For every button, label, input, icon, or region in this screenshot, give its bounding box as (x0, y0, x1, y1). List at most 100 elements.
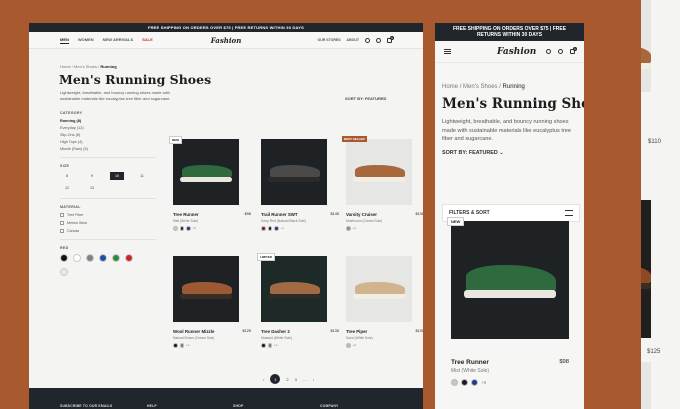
partial-product-image[interactable] (641, 362, 651, 409)
color-swatch[interactable] (99, 254, 107, 262)
user-icon[interactable] (546, 49, 551, 54)
logo[interactable]: Fashion (211, 36, 242, 45)
pagination-page[interactable]: 2 (286, 377, 288, 382)
product-card[interactable]: NEW Tree Runner $98 Mist (White Sole) +5 (169, 136, 251, 231)
nav-link-sale[interactable]: SALE (142, 37, 153, 44)
product-name[interactable]: Tree Runner (173, 212, 199, 217)
breadcrumb-mens-shoes[interactable]: Men's Shoes (74, 64, 97, 69)
mobile-sort-dropdown[interactable]: SORT BY: FEATURED ⌄ (442, 150, 504, 156)
checkbox-icon[interactable] (60, 213, 64, 217)
nav-links: MEN WOMEN NEW ARRIVALS SALE (60, 37, 153, 44)
nav-link-new-arrivals[interactable]: NEW ARRIVALS (103, 37, 133, 44)
size-option[interactable]: 13 (85, 184, 99, 192)
breadcrumb-mens-shoes[interactable]: Men's Shoes (463, 84, 498, 90)
pagination-page[interactable]: 3 (295, 377, 297, 382)
more-colors[interactable]: +3 (353, 226, 356, 230)
product-card[interactable]: LIMITED Tree Dasher 2 $135 Mustard (Whit… (257, 253, 339, 348)
size-option[interactable]: 9 (85, 172, 99, 180)
size-option[interactable]: 12 (60, 184, 74, 192)
checkbox-icon[interactable] (60, 229, 64, 233)
product-name[interactable]: Varsity Cruiser (346, 212, 377, 217)
product-image[interactable]: NEW (169, 136, 239, 205)
product-name[interactable]: Wool Runner Mizzle (173, 329, 214, 334)
color-dot[interactable] (179, 343, 184, 348)
color-swatch[interactable] (112, 254, 120, 262)
color-dot[interactable] (173, 343, 178, 348)
more-colors[interactable]: +3 (353, 343, 356, 347)
more-colors[interactable]: +5 (481, 380, 486, 385)
breadcrumb-home[interactable]: Home (60, 64, 71, 69)
filter-category-item[interactable]: Slip-Ons (6) (60, 133, 156, 137)
product-card[interactable]: Trail Runner SWT $145 Deep Red (Natural … (261, 139, 339, 231)
filter-category-item[interactable]: Mizzle (Rain) (5) (60, 147, 156, 151)
color-dot[interactable] (179, 226, 184, 231)
checkbox-icon[interactable] (60, 221, 64, 225)
product-image[interactable] (261, 139, 327, 205)
mobile-product-card[interactable]: NEW Tree Runner $98 Mist (White Sole) +5 (447, 217, 569, 386)
breadcrumb-separator: / (499, 84, 501, 90)
product-card[interactable]: Tree Piper $105 Sand (White Sole) +3 (346, 256, 423, 348)
product-name[interactable]: Tree Piper (346, 329, 367, 334)
product-name[interactable]: Trail Runner SWT (261, 212, 298, 217)
color-dot[interactable] (261, 226, 266, 231)
pagination-next[interactable]: › (313, 377, 314, 382)
product-image[interactable]: LIMITED (257, 253, 327, 322)
cart-icon[interactable]: 1 (387, 35, 394, 43)
nav-link-men[interactable]: MEN (60, 37, 69, 44)
partial-product-image[interactable] (641, 200, 651, 338)
size-option[interactable]: 11 (135, 172, 149, 180)
color-dot[interactable] (346, 226, 351, 231)
color-swatch[interactable] (73, 254, 81, 262)
color-dot[interactable] (173, 226, 178, 231)
color-swatch[interactable] (60, 254, 68, 262)
mobile-logo[interactable]: Fashion (497, 47, 536, 57)
product-image[interactable]: NEW (447, 217, 569, 339)
product-image[interactable] (173, 256, 239, 322)
cart-icon[interactable]: 1 (570, 47, 577, 54)
color-dot[interactable] (461, 379, 468, 386)
material-checkbox[interactable]: Canvas (60, 229, 156, 233)
color-dot[interactable] (186, 226, 191, 231)
product-name[interactable]: Tree Runner (451, 359, 489, 366)
help-icon[interactable] (376, 37, 381, 43)
nav-link-our-stores[interactable]: OUR STORES (317, 38, 340, 42)
color-dot[interactable] (451, 379, 458, 386)
color-dot[interactable] (267, 226, 272, 231)
nav-link-about[interactable]: ABOUT (347, 38, 359, 42)
help-icon[interactable] (558, 49, 563, 54)
color-dot[interactable] (274, 226, 279, 231)
user-icon[interactable] (365, 37, 370, 43)
more-colors[interactable]: +4 (281, 226, 284, 230)
color-swatch[interactable] (125, 254, 133, 262)
filter-category-item[interactable]: High Tops (4) (60, 140, 156, 144)
product-name[interactable]: Tree Dasher 2 (261, 329, 290, 334)
sort-dropdown[interactable]: SORT BY: FEATURED (345, 96, 386, 101)
filter-category-item[interactable]: Everyday (12) (60, 126, 156, 130)
product-card[interactable]: Wool Runner Mizzle $125 Natural Brown (C… (173, 256, 251, 348)
size-option-selected[interactable]: 10 (110, 172, 124, 180)
nav-link-women[interactable]: WOMEN (78, 37, 94, 44)
partial-product-image[interactable] (641, 0, 651, 92)
material-checkbox[interactable]: Merino Wool (60, 221, 156, 225)
filter-category-item[interactable]: Running (8) (60, 119, 156, 123)
color-dot[interactable] (267, 343, 272, 348)
breadcrumb-home[interactable]: Home (442, 84, 458, 90)
pagination-page-current[interactable]: 1 (270, 374, 281, 384)
more-colors[interactable]: +3 (274, 343, 277, 347)
product-image[interactable]: BEST SELLER (342, 136, 412, 205)
more-colors[interactable]: +4 (186, 343, 189, 347)
product-card[interactable]: BEST SELLER Varsity Cruiser $108 Mushroo… (342, 136, 423, 231)
color-dot[interactable] (261, 343, 266, 348)
color-swatch[interactable] (60, 268, 68, 276)
more-colors[interactable]: +5 (193, 226, 196, 230)
menu-icon[interactable] (444, 49, 451, 54)
pagination-prev[interactable]: ‹ (263, 377, 264, 382)
footer: SUBSCRIBE TO OUR EMAILS HELP SHOP COMPAN… (29, 388, 423, 409)
color-dot[interactable] (346, 343, 351, 348)
color-swatch[interactable] (86, 254, 94, 262)
size-option[interactable]: 8 (60, 172, 74, 180)
material-checkbox[interactable]: Tree Fiber (60, 213, 156, 217)
announcement-bar: FREE SHIPPING ON ORDERS OVER $75 | FREE … (29, 23, 423, 32)
color-dot[interactable] (471, 379, 478, 386)
product-image[interactable] (346, 256, 412, 322)
